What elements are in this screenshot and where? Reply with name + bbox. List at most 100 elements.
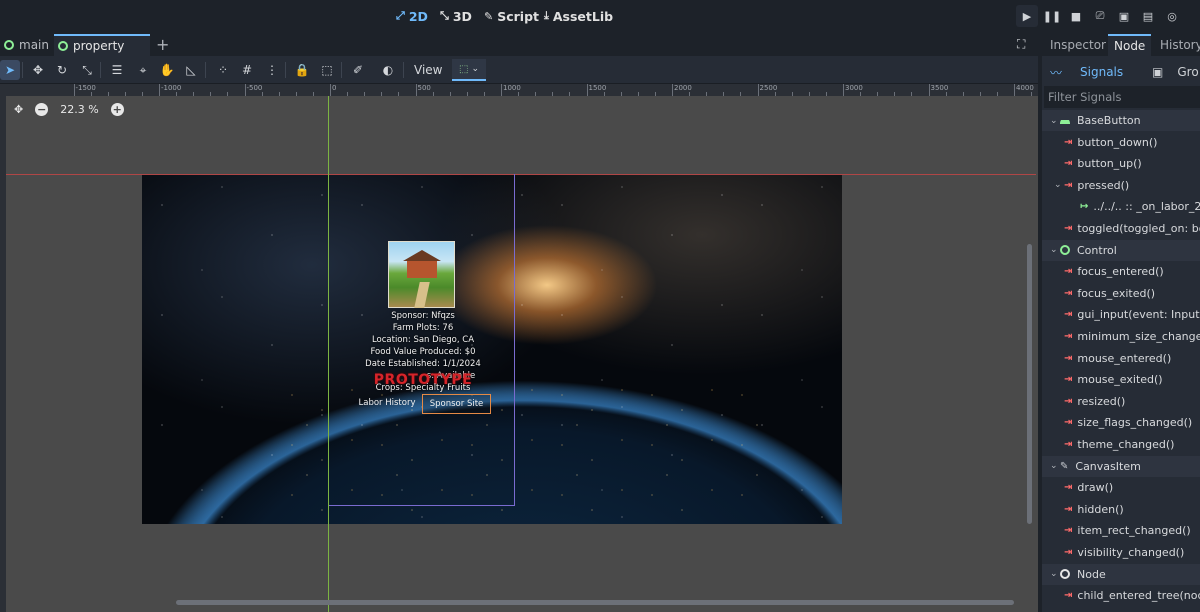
signal-item[interactable]: ⇥ focus_entered() [1042, 261, 1200, 282]
sponsor-site-button[interactable]: Sponsor Site [422, 394, 491, 414]
scale-icon[interactable]: ⤡ [77, 60, 97, 80]
signal-item[interactable]: ⇥ size_flags_changed() [1042, 412, 1200, 433]
node-icon [1060, 569, 1070, 580]
signal-item[interactable]: ⇥ focus_exited() [1042, 283, 1200, 304]
chevron-down-icon[interactable]: ⌄ [1050, 245, 1060, 255]
tree-item-label: draw() [1077, 481, 1114, 495]
signal-item[interactable]: ⇥ theme_changed() [1042, 434, 1200, 455]
play-button[interactable]: ▶ [1016, 5, 1038, 27]
pivot-icon[interactable]: ⌖ [133, 60, 153, 80]
signal-class-header[interactable]: ⌄ Node [1042, 563, 1200, 585]
signal-icon: ⇥ [1064, 287, 1073, 299]
chevron-down-icon[interactable]: ⌄ [1050, 461, 1060, 471]
signal-item[interactable]: ⌄ ⇥ pressed() [1042, 175, 1200, 196]
tab-node[interactable]: Node [1108, 34, 1152, 56]
zoom-in-button[interactable]: + [110, 103, 124, 116]
chevron-down-icon[interactable]: ⌄ [1050, 569, 1060, 579]
signal-class-header[interactable]: ⌄ ✎ CanvasItem [1042, 455, 1200, 477]
signal-item[interactable]: ⇥ gui_input(event: Input [1042, 304, 1200, 325]
groups-mode-button[interactable]: ▣ Gro [1152, 61, 1199, 83]
ruler-minor-tick [90, 92, 92, 96]
signal-item[interactable]: ⇥ hidden() [1042, 499, 1200, 520]
lock-icon[interactable]: 🔒 [292, 60, 312, 80]
list-icon[interactable]: ☰ [107, 60, 127, 80]
signal-item[interactable]: ⇥ mouse_exited() [1042, 369, 1200, 390]
signal-icon: ⇥ [1064, 352, 1073, 364]
pause-button[interactable]: ❚❚ [1041, 5, 1063, 27]
pan-icon[interactable]: ✋ [157, 60, 177, 80]
signal-item[interactable]: ⇥ child_entered_tree(noc [1042, 585, 1200, 606]
signal-icon: ⇥ [1064, 503, 1073, 515]
tree-item-label: focus_exited() [1077, 286, 1156, 300]
canvas-viewport[interactable]: -1500 -1000 -500 0 500 1000 1500 2000 2500 3000 35… [0, 84, 1038, 612]
snap-icon: ⬚ [459, 63, 469, 75]
location-label: Location: San Diego, CA [371, 335, 475, 345]
toolbar-separator [100, 62, 101, 78]
select-icon[interactable]: ➤ [0, 60, 20, 80]
filter-signals-input[interactable]: Filter Signals [1044, 86, 1200, 108]
stop-button[interactable]: ■ [1065, 5, 1087, 27]
play-scene-button[interactable]: ▣ [1113, 5, 1135, 27]
scene-tab-property[interactable]: property [54, 34, 150, 56]
tab-history[interactable]: History [1154, 34, 1200, 56]
mode-2d-button[interactable]: ⤢ 2D [396, 7, 428, 25]
ruler-label: -1500 [75, 84, 96, 92]
more-icon[interactable]: ⋮ [262, 60, 282, 80]
group-icon[interactable]: ⬚ [317, 60, 337, 80]
signal-class-header[interactable]: ⌄ Control [1042, 239, 1200, 261]
signal-item[interactable]: ⇥ button_down() [1042, 132, 1200, 153]
tree-item-label: Node [1077, 567, 1106, 581]
light-icon[interactable]: ◐ [378, 60, 398, 80]
mode-3d-button[interactable]: ⤡ 3D [440, 7, 472, 25]
scene-tab-main[interactable]: main [0, 34, 57, 56]
distraction-free-icon[interactable]: ⛶ [1017, 37, 1025, 52]
script-icon: ✎ [484, 9, 494, 23]
ruler-minor-tick [295, 92, 297, 96]
smart-snap-icon[interactable]: ⁘ [213, 60, 233, 80]
signal-class-header[interactable]: ⌄ BaseButton [1042, 110, 1200, 131]
node-dock: Inspector Node History 〰 Signals ▣ Gro F… [1042, 32, 1200, 612]
signal-item[interactable]: ⇥ mouse_entered() [1042, 348, 1200, 369]
signal-connection[interactable]: ↦ ../../.. :: _on_labor_2_p [1042, 196, 1200, 217]
signal-item[interactable]: ⇥ toggled(toggled_on: bo [1042, 218, 1200, 239]
signal-item[interactable]: ⇥ resized() [1042, 391, 1200, 412]
signal-wave-icon: 〰 [1050, 65, 1063, 80]
movie-maker-button[interactable]: ◎ [1161, 5, 1183, 27]
signal-icon: ⇥ [1064, 482, 1073, 494]
grid-snap-icon[interactable]: # [237, 60, 257, 80]
tree-item-label: button_up() [1077, 157, 1142, 171]
tab-inspector[interactable]: Inspector [1044, 34, 1112, 56]
mode-assetlib-button[interactable]: ⤓ AssetLib [544, 7, 613, 25]
bone-icon[interactable]: ✐ [348, 60, 368, 80]
horizontal-scrollbar[interactable] [176, 600, 1014, 605]
signal-item[interactable]: ⇥ draw() [1042, 477, 1200, 498]
zoom-level[interactable]: 22.3 % [60, 103, 98, 116]
center-view-icon[interactable]: ✥ [14, 103, 23, 116]
signal-item[interactable]: ⇥ minimum_size_change [1042, 326, 1200, 347]
ruler-label: 500 [417, 84, 431, 92]
chevron-down-icon[interactable]: ⌄ [1050, 116, 1060, 126]
view-menu[interactable]: View [408, 60, 448, 80]
rotate-icon[interactable]: ↻ [52, 60, 72, 80]
snap-options-button[interactable]: ⬚ ⌄ [452, 59, 486, 81]
zoom-out-button[interactable]: − [35, 103, 49, 116]
ruler-minor-tick [535, 92, 537, 96]
ruler-minor-tick [364, 92, 366, 96]
signal-icon: ⇥ [1064, 547, 1073, 558]
labor-history-button[interactable]: Labor History [356, 398, 418, 412]
add-scene-tab-icon[interactable]: + [156, 35, 169, 54]
editor-top-bar: ⤢ 2D ⤡ 3D ✎ Script ⤓ AssetLib ▶ ❚❚ ■ ⎚ ▣ ▤ ◎ [0, 0, 1200, 32]
signal-item[interactable]: ⇥ button_up() [1042, 153, 1200, 174]
mode-script-button[interactable]: ✎ Script [484, 7, 539, 25]
ruler-minor-tick [312, 92, 314, 96]
signals-mode-button[interactable]: 〰 Signals [1046, 61, 1150, 83]
chevron-down-icon[interactable]: ⌄ [1054, 180, 1064, 190]
remote-debug-button[interactable]: ⎚ [1089, 5, 1111, 27]
vertical-scrollbar[interactable] [1027, 244, 1032, 524]
signal-item[interactable]: ⇥ item_rect_changed() [1042, 520, 1200, 541]
signal-item[interactable]: ⇥ visibility_changed() [1042, 542, 1200, 563]
play-custom-button[interactable]: ▤ [1137, 5, 1159, 27]
move-icon[interactable]: ✥ [28, 60, 48, 80]
ruler-icon[interactable]: ◺ [181, 60, 201, 80]
horizontal-ruler: -1500 -1000 -500 0 500 1000 1500 2000 2500 3000 35… [0, 84, 1038, 96]
